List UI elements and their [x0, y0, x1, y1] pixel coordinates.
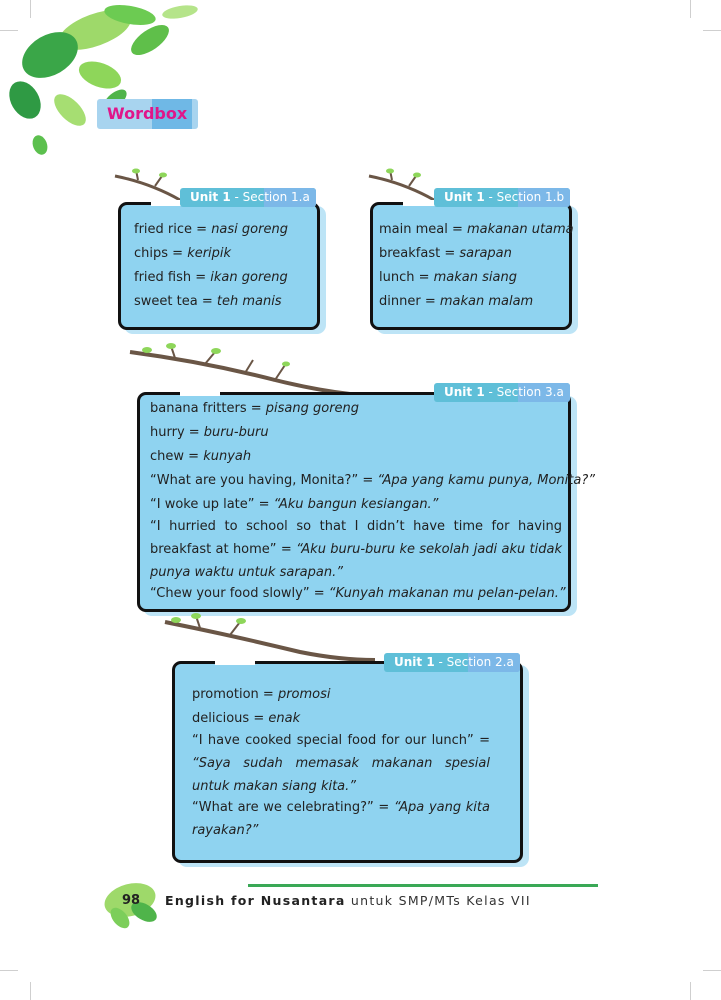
crop-mark [690, 982, 691, 1000]
vocab-line: sweet tea = teh manis [134, 294, 282, 309]
vocab-line: banana fritters = pisang goreng [150, 401, 360, 416]
page-number: 98 [122, 893, 141, 908]
crop-mark [0, 970, 18, 971]
wordbox-card-1b: main meal = makanan utama breakfast = sa… [370, 200, 574, 330]
vocab-line: breakfast = sarapan [379, 246, 512, 261]
vocab-paragraph: “I have cooked special food for our lunc… [192, 733, 490, 794]
vocab-line: dinner = makan malam [379, 294, 534, 309]
vocab-line: chips = keripik [134, 246, 232, 261]
wordbox-card-1a: fried rice = nasi goreng chips = keripik… [118, 200, 320, 330]
branch-icon [164, 613, 376, 662]
vocab-line: “What are you having, Monita?” = “Apa ya… [150, 473, 595, 488]
vocab-line: chew = kunyah [150, 449, 252, 464]
crop-mark [690, 0, 691, 18]
vocab-line: fried rice = nasi goreng [134, 222, 288, 237]
vocab-paragraph: “I hurried to school so that I didn’t ha… [150, 519, 563, 580]
wordbox-card-2a: promotion = promosi delicious = enak “I … [172, 659, 523, 863]
vocab-line: hurry = buru-buru [150, 425, 269, 440]
wordbox-card-3a: banana fritters = pisang goreng hurry = … [137, 390, 595, 612]
section-tag-1a: Unit 1 - Section 1.a [180, 188, 316, 207]
crop-mark [30, 982, 31, 1000]
vocab-line: delicious = enak [192, 711, 301, 726]
footer-title: English for Nusantara untuk SMP/MTs Kela… [165, 893, 531, 908]
vocab-paragraph: “What are we celebrating?” = “Apa yang k… [192, 800, 490, 838]
branch-icon [129, 343, 351, 396]
vocab-line: main meal = makanan utama [379, 222, 574, 237]
vocab-line: “I woke up late” = “Aku bangun kesiangan… [150, 497, 439, 512]
vocab-line: “Chew your food slowly” = “Kunyah makana… [150, 586, 566, 601]
vocab-line: fried fish = ikan goreng [134, 270, 288, 285]
vocab-line: lunch = makan siang [379, 270, 517, 285]
section-tag-1b: Unit 1 - Section 1.b [434, 188, 570, 207]
wordbox-tag: Wordbox [97, 99, 198, 129]
section-tag-2a: Unit 1 - Section 2.a [384, 653, 520, 672]
section-tag-3a: Unit 1 - Section 3.a [434, 383, 570, 402]
vocab-line: promotion = promosi [192, 687, 331, 702]
crop-mark [703, 30, 721, 31]
crop-mark [703, 970, 721, 971]
wordbox-label: Wordbox [107, 104, 188, 123]
leaves-decoration [9, 5, 198, 155]
footer-divider [248, 884, 598, 887]
